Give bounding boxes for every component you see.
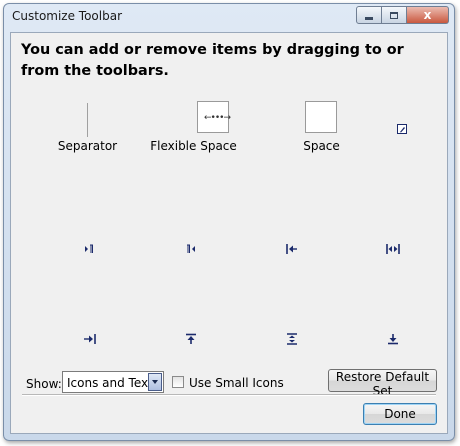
options-bar: Show: Icons and Text Use Small Icons Res… <box>11 367 447 398</box>
align-bottom-icon <box>388 334 398 345</box>
indent-right-icon <box>84 334 96 344</box>
toolbar-item-palette: Separator ←•••→ Flexible Space Space <box>17 89 439 375</box>
show-dropdown[interactable]: Icons and Text <box>62 371 164 393</box>
instructions-text: You can add or remove items by dragging … <box>21 42 404 79</box>
palette-item-indent-left[interactable] <box>239 229 344 269</box>
space-box <box>305 101 337 133</box>
palette-item-flexible-space[interactable]: ←•••→ Flexible Space <box>141 89 246 169</box>
restore-default-set-button[interactable]: Restore Default Set <box>328 369 437 398</box>
flexible-space-arrow-icon: ←•••→ <box>204 113 231 123</box>
palette-item-indent-both[interactable] <box>342 229 447 269</box>
separator-line <box>87 103 88 137</box>
palette-item-align-bottom[interactable] <box>342 325 447 365</box>
separator-label: Separator <box>57 139 118 153</box>
rtl-mark-icon <box>187 244 195 253</box>
palette-item-ltr-mark[interactable] <box>35 229 140 269</box>
palette-item-rtl-mark[interactable] <box>141 229 246 269</box>
dropdown-arrow-button[interactable] <box>148 373 162 391</box>
close-icon: x <box>423 8 432 22</box>
indent-left-icon <box>286 244 297 254</box>
show-dropdown-value: Icons and Text <box>67 376 153 390</box>
palette-item-align-middle[interactable] <box>239 325 344 365</box>
align-middle-icon <box>287 333 297 345</box>
show-label: Show: <box>26 377 62 391</box>
palette-item-indent-right[interactable] <box>35 325 140 365</box>
footer-divider <box>22 394 436 396</box>
palette-item-space[interactable]: Space <box>239 89 344 169</box>
palette-item-separator[interactable]: Separator <box>35 89 140 169</box>
use-small-icons-label[interactable]: Use Small Icons <box>189 376 284 390</box>
customize-toolbar-dialog: Customize Toolbar x You can add or remov… <box>3 3 455 441</box>
pencil-icon <box>397 124 407 134</box>
chevron-down-icon <box>152 380 158 384</box>
window-title: Customize Toolbar <box>12 9 123 23</box>
close-button[interactable]: x <box>407 6 449 24</box>
done-button[interactable]: Done <box>363 403 437 425</box>
window-controls: x <box>356 6 449 24</box>
palette-item-pencil[interactable] <box>342 89 447 169</box>
palette-item-align-top[interactable] <box>141 325 246 365</box>
flexible-space-label: Flexible Space <box>150 139 237 153</box>
flexible-space-box: ←•••→ <box>197 101 231 133</box>
use-small-icons-checkbox[interactable] <box>172 376 184 388</box>
ltr-mark-icon <box>85 244 93 253</box>
dialog-content: You can add or remove items by dragging … <box>10 32 448 434</box>
minimize-icon <box>365 16 373 20</box>
title-bar[interactable]: Customize Toolbar x <box>4 4 454 30</box>
maximize-button[interactable] <box>382 6 407 24</box>
minimize-button[interactable] <box>356 6 382 24</box>
indent-both-icon <box>386 244 400 254</box>
align-top-icon <box>186 333 196 344</box>
maximize-icon <box>390 11 398 19</box>
